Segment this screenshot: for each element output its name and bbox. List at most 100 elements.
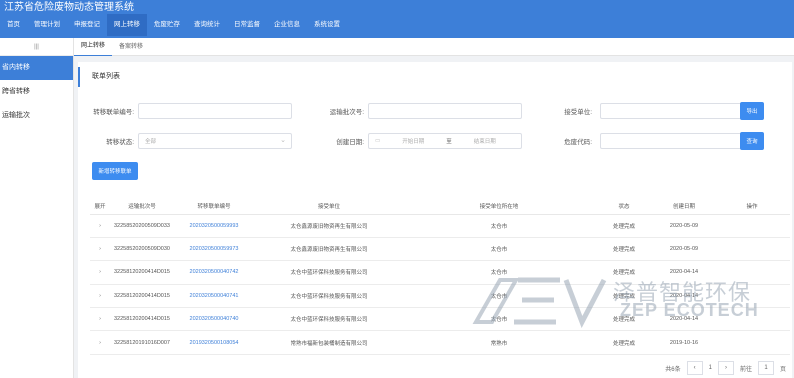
expand-icon[interactable]: › [90, 307, 110, 332]
nav-item-online-transfer[interactable]: 网上转移 [107, 14, 147, 36]
cell-action[interactable] [714, 284, 790, 309]
table-row: › 32258120191016D007 2019320500108054 常熟… [90, 330, 790, 355]
cell-date: 2020-05-09 [654, 237, 714, 262]
cell-action[interactable] [714, 237, 790, 262]
table-row: › 32258520200509D033 2020320500059993 太仓… [90, 214, 790, 238]
cell-action[interactable] [714, 260, 790, 285]
expand-icon[interactable]: › [90, 284, 110, 309]
table-row: › 32258520200509D030 2020320500059973 太仓… [90, 237, 790, 262]
manifest-link[interactable]: 2020320500040741 [174, 284, 254, 309]
search-button[interactable]: 查询 [740, 132, 764, 150]
col-batch-no: 运输批次号 [110, 198, 174, 215]
next-page-button[interactable]: › [717, 361, 734, 375]
receiver-label: 接受单位: [564, 109, 592, 116]
cell-status: 处理完成 [594, 330, 654, 355]
goto-page-input[interactable]: 1 [757, 361, 774, 375]
tab-online-transfer[interactable]: 网上转移 [74, 37, 113, 57]
cell-location: 太仓市 [404, 214, 594, 238]
cell-batch-no: 32258120200414D015 [110, 307, 174, 332]
sidebar-item-interprovincial[interactable]: 跨省转移 [0, 80, 73, 104]
cell-location: 太仓市 [404, 260, 594, 285]
table-header-row: 展开 运输批次号 转移联单编号 接受单位 接受单位所在地 状态 创建日期 操作 [90, 198, 790, 215]
cell-receiver: 太仓中蓝环保科技服务有限公司 [254, 307, 404, 332]
waste-code-input[interactable] [600, 133, 754, 149]
date-end-input[interactable]: 结束日期 [456, 137, 514, 145]
create-manifest-button[interactable]: 新增转移联单 [92, 162, 138, 180]
expand-icon[interactable]: › [90, 214, 110, 238]
nav-item-storage[interactable]: 危废贮存 [147, 14, 187, 36]
main-nav: 首页 管理计划 申报登记 网上转移 危废贮存 查询统计 日常监督 企业信息 系统… [0, 14, 347, 36]
cell-receiver: 常熟市福新包装桶制造有限公司 [254, 330, 404, 355]
date-range-picker[interactable]: ▭ 开始日期 至 结束日期 [368, 133, 522, 149]
cell-status: 处理完成 [594, 237, 654, 262]
manifest-table: 展开 运输批次号 转移联单编号 接受单位 接受单位所在地 状态 创建日期 操作 … [90, 198, 790, 355]
table-row: › 32258120200414D015 2020320500040741 太仓… [90, 284, 790, 309]
nav-item-home[interactable]: 首页 [0, 14, 27, 36]
cell-action[interactable] [714, 307, 790, 332]
cell-batch-no: 32258520200509D033 [110, 214, 174, 238]
manifest-link[interactable]: 2020320500059993 [174, 214, 254, 238]
panel-title: 联单列表 [78, 67, 792, 87]
expand-icon[interactable]: › [90, 237, 110, 262]
col-expand: 展开 [90, 198, 110, 215]
cell-status: 处理完成 [594, 214, 654, 238]
status-select-value: 全部 [145, 139, 157, 145]
cell-location: 常熟市 [404, 330, 594, 355]
col-action: 操作 [714, 198, 790, 215]
nav-item-supervision[interactable]: 日常监督 [227, 14, 267, 36]
prev-page-button[interactable]: ‹ [686, 361, 703, 375]
status-select[interactable]: 全部 ⌄ [138, 133, 292, 149]
tab-bar: 网上转移 备案转移 [74, 37, 794, 57]
cell-batch-no: 32258120200414D015 [110, 284, 174, 309]
cell-location: 太仓市 [404, 237, 594, 262]
goto-label: 前往 [739, 366, 752, 373]
cell-receiver: 太仓中蓝环保科技服务有限公司 [254, 284, 404, 309]
cell-date: 2020-05-09 [654, 214, 714, 238]
current-page[interactable]: 1 [709, 365, 712, 371]
cell-batch-no: 32258520200509D030 [110, 237, 174, 262]
cell-location: 太仓市 [404, 307, 594, 332]
cell-status: 处理完成 [594, 284, 654, 309]
manifest-no-input[interactable] [138, 103, 292, 119]
filter-row-2: 转移状态: 全部 ⌄ 创建日期: ▭ 开始日期 至 结束日期 危废代码: [78, 132, 754, 150]
batch-no-input[interactable] [368, 103, 522, 119]
manifest-panel: 联单列表 转移联单编号: 运输批次号: 接受单位: 导出 转移状态: 全部 ⌄ … [78, 62, 792, 378]
manifest-link[interactable]: 2020320500059973 [174, 237, 254, 262]
cell-date: 2020-04-14 [654, 307, 714, 332]
tab-record-transfer[interactable]: 备案转移 [112, 38, 150, 56]
table-row: › 32258120200414D015 2020320500040740 太仓… [90, 307, 790, 332]
pagination: 共6条 ‹ 1 › 前往 1 页 [665, 360, 786, 376]
receiver-input[interactable] [600, 103, 754, 119]
manifest-link[interactable]: 2020320500040740 [174, 307, 254, 332]
nav-item-statistics[interactable]: 查询统计 [187, 14, 227, 36]
cell-receiver: 太仓中蓝环保科技服务有限公司 [254, 260, 404, 285]
col-date: 创建日期 [654, 198, 714, 215]
export-button[interactable]: 导出 [740, 102, 764, 120]
pagination-total: 共6条 [665, 366, 681, 373]
nav-item-settings[interactable]: 系统设置 [307, 14, 347, 36]
cell-action[interactable] [714, 330, 790, 355]
cell-batch-no: 32258120191016D007 [110, 330, 174, 355]
date-separator: 至 [446, 139, 452, 145]
cell-date: 2020-04-14 [654, 284, 714, 309]
manifest-link[interactable]: 2020320500040742 [174, 260, 254, 285]
top-header: 江苏省危险废物动态管理系统 首页 管理计划 申报登记 网上转移 危废贮存 查询统… [0, 0, 794, 38]
filter-row-1: 转移联单编号: 运输批次号: 接受单位: [78, 102, 754, 120]
sidebar-collapse-button[interactable]: ||| [0, 38, 73, 56]
cell-action[interactable] [714, 214, 790, 238]
expand-icon[interactable]: › [90, 330, 110, 355]
sidebar-item-provincial[interactable]: 省内转移 [0, 56, 73, 80]
chevron-down-icon: ⌄ [280, 137, 286, 144]
nav-item-company[interactable]: 企业信息 [267, 14, 307, 36]
col-manifest-no: 转移联单编号 [174, 198, 254, 215]
date-start-input[interactable]: 开始日期 [384, 137, 442, 145]
nav-item-declare[interactable]: 申报登记 [67, 14, 107, 36]
nav-item-plan[interactable]: 管理计划 [27, 14, 67, 36]
status-label: 转移状态: [106, 139, 134, 146]
cell-receiver: 太仓鑫源废旧物资再生有限公司 [254, 214, 404, 238]
expand-icon[interactable]: › [90, 260, 110, 285]
main-content: 联单列表 转移联单编号: 运输批次号: 接受单位: 导出 转移状态: 全部 ⌄ … [74, 56, 794, 378]
sidebar-item-batch[interactable]: 运输批次 [0, 104, 73, 128]
cell-batch-no: 32258120200414D015 [110, 260, 174, 285]
manifest-link[interactable]: 2019320500108054 [174, 330, 254, 355]
